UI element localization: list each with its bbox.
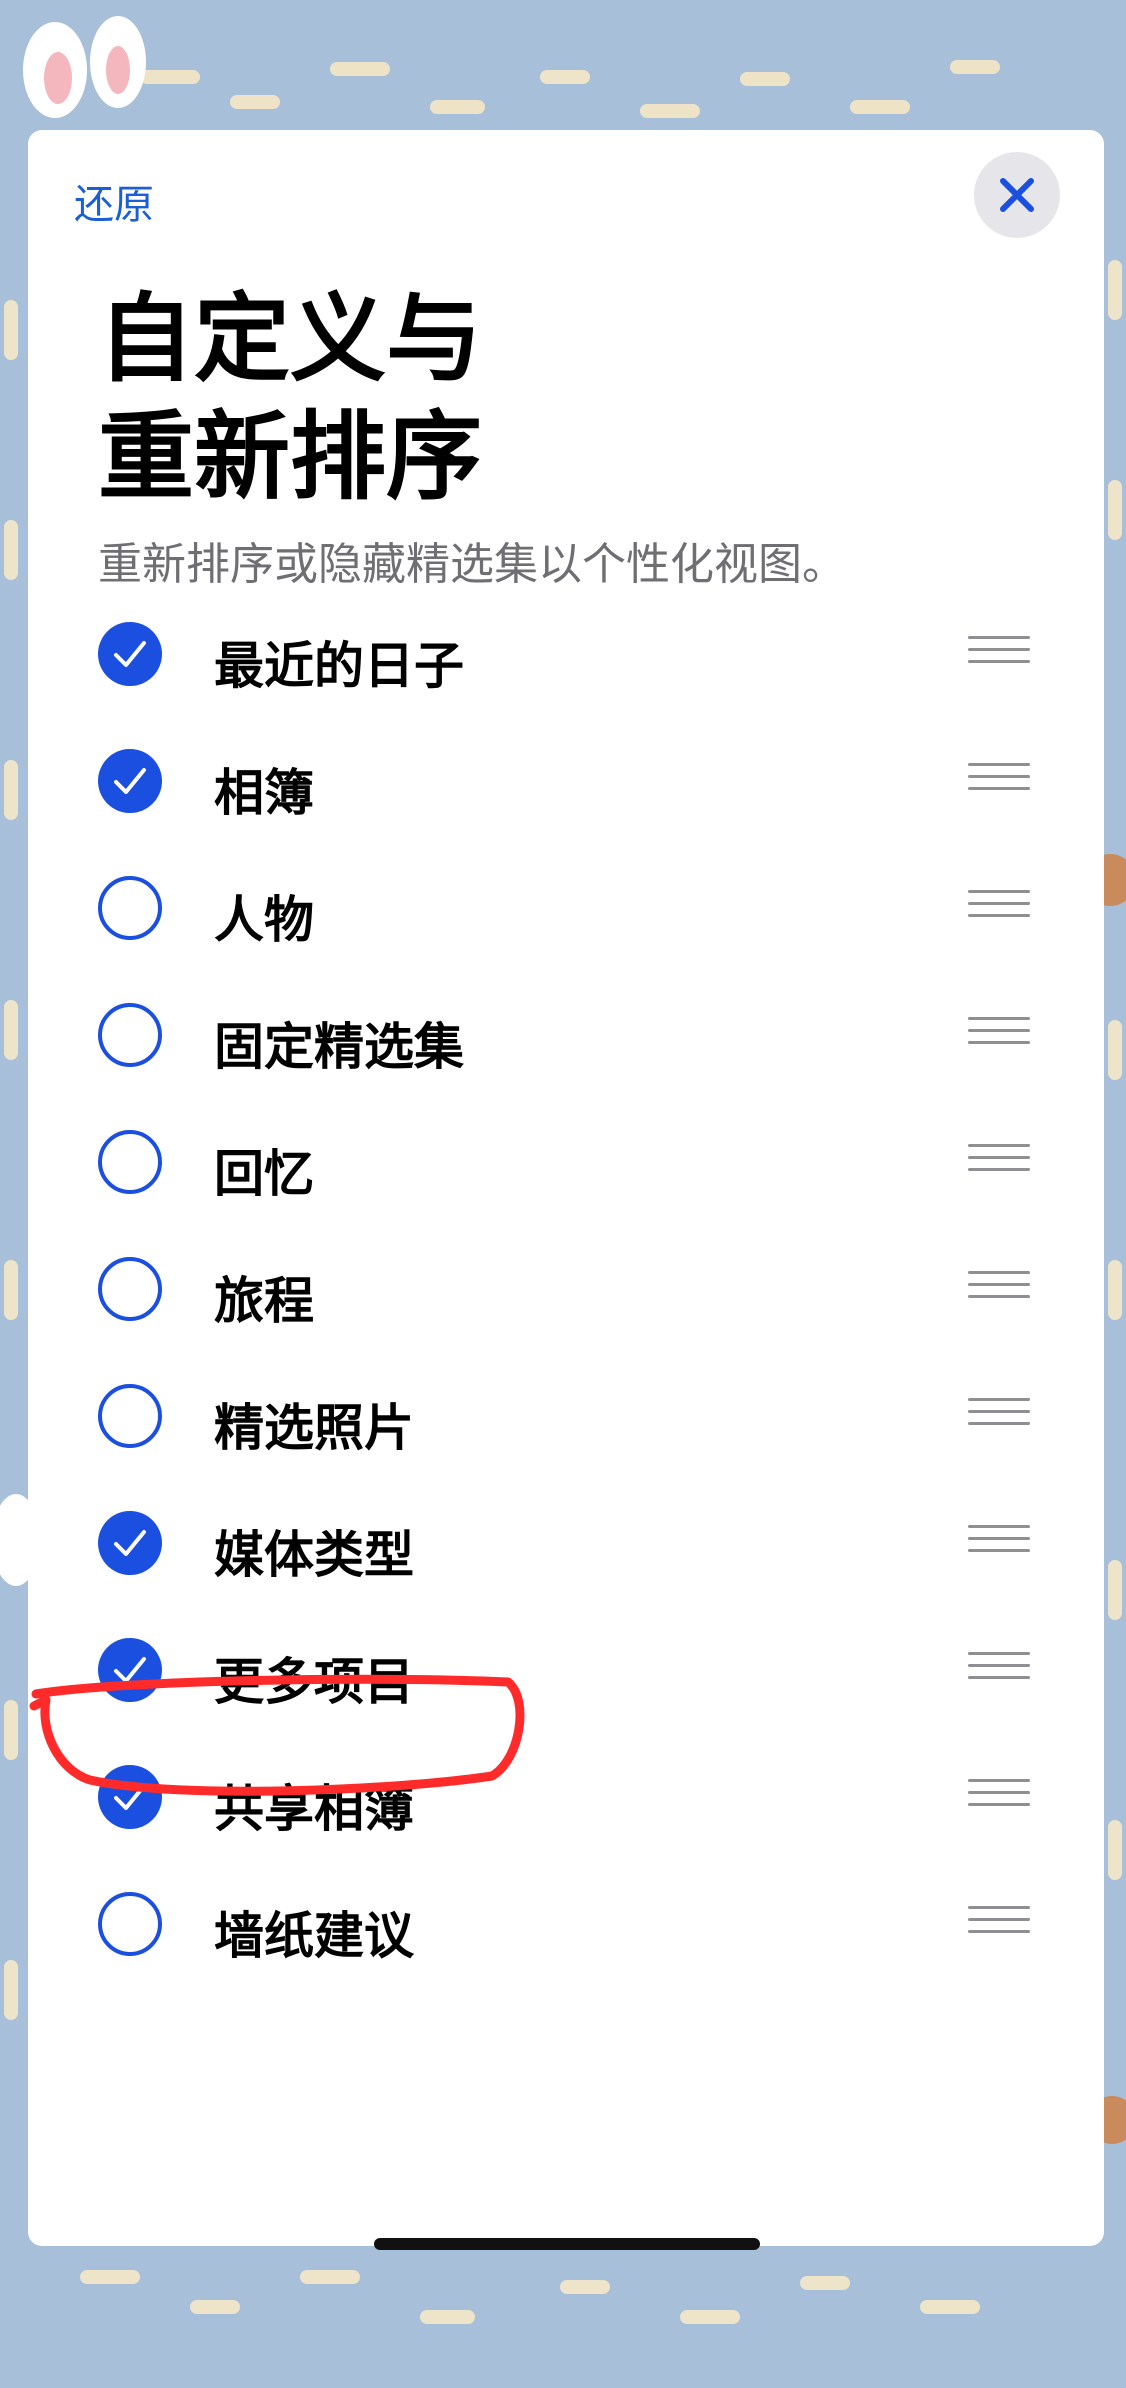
item-label: 共享相簿 [214, 1780, 414, 1838]
close-icon [1000, 178, 1034, 212]
checkbox-checked[interactable] [98, 622, 162, 686]
checkbox-unchecked[interactable] [98, 1003, 162, 1067]
collection-list: 最近的日子 相簿 人物 固定精选集 回忆 旅程 精选照片 媒体类型 更多项目 共… [28, 590, 1104, 1987]
list-item[interactable]: 更多项目 [28, 1606, 1104, 1733]
checkbox-checked[interactable] [98, 1638, 162, 1702]
list-item[interactable]: 最近的日子 [28, 590, 1104, 717]
drag-handle-icon[interactable] [968, 1017, 1030, 1053]
item-label: 最近的日子 [214, 637, 464, 695]
list-item[interactable]: 人物 [28, 844, 1104, 971]
list-item[interactable]: 共享相簿 [28, 1733, 1104, 1860]
item-label: 旅程 [214, 1272, 314, 1330]
list-item[interactable]: 精选照片 [28, 1352, 1104, 1479]
drag-handle-icon[interactable] [968, 1525, 1030, 1561]
page-subtitle: 重新排序或隐藏精选集以个性化视图。 [98, 539, 846, 590]
customize-sheet: 还原 自定义与 重新排序 重新排序或隐藏精选集以个性化视图。 最近的日子 相簿 … [28, 130, 1104, 2246]
checkmark-icon [114, 1784, 146, 1810]
checkbox-unchecked[interactable] [98, 1384, 162, 1448]
item-label: 人物 [214, 891, 314, 949]
restore-button[interactable]: 还原 [74, 172, 154, 230]
item-label: 相簿 [214, 764, 314, 822]
item-label: 更多项目 [214, 1653, 414, 1711]
drag-handle-icon[interactable] [968, 1398, 1030, 1434]
list-item[interactable]: 墙纸建议 [28, 1860, 1104, 1987]
checkbox-unchecked[interactable] [98, 1892, 162, 1956]
list-item[interactable]: 固定精选集 [28, 971, 1104, 1098]
checkmark-icon [114, 1657, 146, 1683]
title-line-1: 自定义与 [98, 283, 482, 395]
item-label: 墙纸建议 [214, 1907, 414, 1965]
item-label: 固定精选集 [214, 1018, 464, 1076]
page-title: 自定义与 重新排序 [98, 280, 482, 516]
drag-handle-icon[interactable] [968, 890, 1030, 926]
home-indicator [374, 2238, 760, 2250]
list-item[interactable]: 回忆 [28, 1098, 1104, 1225]
drag-handle-icon[interactable] [968, 1779, 1030, 1815]
checkmark-icon [114, 641, 146, 667]
checkmark-icon [114, 768, 146, 794]
item-label: 回忆 [214, 1145, 314, 1203]
title-line-2: 重新排序 [98, 401, 482, 513]
close-button[interactable] [974, 152, 1060, 238]
list-item[interactable]: 媒体类型 [28, 1479, 1104, 1606]
checkmark-icon [114, 1530, 146, 1556]
checkbox-checked[interactable] [98, 749, 162, 813]
item-label: 媒体类型 [214, 1526, 414, 1584]
list-item[interactable]: 旅程 [28, 1225, 1104, 1352]
checkbox-unchecked[interactable] [98, 1257, 162, 1321]
item-label: 精选照片 [214, 1399, 414, 1457]
list-item[interactable]: 相簿 [28, 717, 1104, 844]
drag-handle-icon[interactable] [968, 1144, 1030, 1180]
checkbox-checked[interactable] [98, 1765, 162, 1829]
drag-handle-icon[interactable] [968, 763, 1030, 799]
drag-handle-icon[interactable] [968, 1271, 1030, 1307]
drag-handle-icon[interactable] [968, 1906, 1030, 1942]
drag-handle-icon[interactable] [968, 636, 1030, 672]
checkbox-checked[interactable] [98, 1511, 162, 1575]
checkbox-unchecked[interactable] [98, 1130, 162, 1194]
drag-handle-icon[interactable] [968, 1652, 1030, 1688]
checkbox-unchecked[interactable] [98, 876, 162, 940]
